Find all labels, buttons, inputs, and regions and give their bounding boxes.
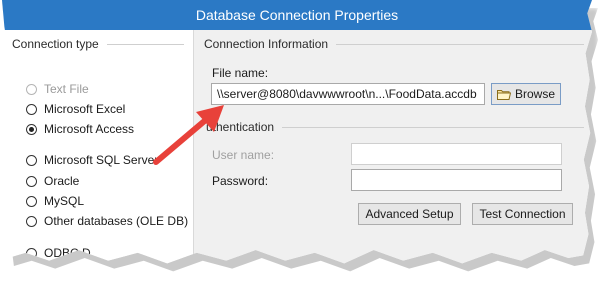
section-divider	[106, 43, 184, 45]
authentication-header: uthentication	[206, 120, 584, 134]
radio-button[interactable]	[26, 103, 37, 115]
folder-icon	[497, 89, 511, 100]
section-divider	[282, 126, 584, 128]
browse-button[interactable]: Browse	[491, 83, 561, 105]
radio-oracle[interactable]: Oracle	[26, 174, 79, 188]
radio-button[interactable]	[26, 215, 37, 227]
file-name-label: File name:	[212, 66, 269, 80]
radio-microsoft-sql-server[interactable]: Microsoft SQL Server	[26, 153, 158, 167]
radio-button[interactable]	[26, 83, 37, 95]
user-name-label: User name:	[212, 148, 275, 162]
test-connection-button[interactable]: Test Connection	[472, 203, 573, 225]
radio-text-file[interactable]: Text File	[26, 82, 89, 96]
connection-info-pane: Connection Information File name: \\serv…	[194, 30, 592, 264]
radio-button[interactable]	[26, 175, 37, 187]
radio-button-selected[interactable]	[26, 123, 37, 135]
password-input[interactable]	[351, 169, 562, 191]
connection-type-header: Connection type	[12, 37, 184, 51]
radio-button[interactable]	[26, 195, 37, 207]
advanced-setup-button[interactable]: Advanced Setup	[358, 203, 461, 225]
radio-mysql[interactable]: MySQL	[26, 194, 84, 208]
radio-button[interactable]	[26, 154, 37, 166]
user-name-input[interactable]	[351, 143, 562, 165]
window-title: Database Connection Properties	[195, 7, 399, 23]
section-divider	[336, 43, 584, 45]
connection-type-pane: Connection type Text File Microsoft Exce…	[2, 30, 193, 264]
password-label: Password:	[212, 174, 269, 188]
radio-microsoft-access[interactable]: Microsoft Access	[26, 122, 134, 136]
radio-microsoft-excel[interactable]: Microsoft Excel	[26, 102, 125, 116]
title-bar: Database Connection Properties	[2, 0, 592, 30]
dialog-window: Database Connection Properties Connectio…	[2, 0, 592, 264]
radio-other-databases[interactable]: Other databases (OLE DB)	[26, 214, 188, 228]
file-name-input[interactable]: \\server@8080\davwwwroot\n...\FoodData.a…	[211, 83, 485, 105]
connection-information-header: Connection Information	[204, 37, 584, 51]
